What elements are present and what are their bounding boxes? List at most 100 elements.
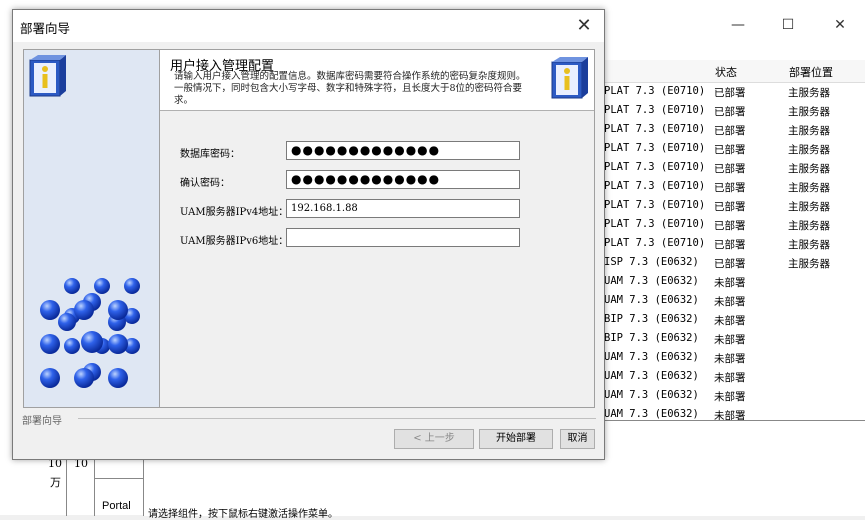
table-row[interactable]: UAM 7.3 (E0632) 未部署 (595, 368, 865, 387)
cube-ball (81, 331, 103, 353)
ipv4-field[interactable]: 192.168.1.88 (286, 199, 520, 218)
status-cell: 已部署 (714, 239, 746, 251)
component-cell: PLAT 7.3 (E0710) (604, 161, 706, 173)
table-row[interactable]: PLAT 7.3 (E0710) 已部署 主服务器 (595, 235, 865, 254)
minimize-icon[interactable]: — (723, 12, 753, 38)
status-cell: 未部署 (714, 372, 746, 384)
table-row[interactable]: BIP 7.3 (E0632) 未部署 (595, 330, 865, 349)
status-cell: 已部署 (714, 125, 746, 137)
component-cell: PLAT 7.3 (E0710) (604, 180, 706, 192)
page-description: 请输入用户接入管理的配置信息。数据库密码需要符合操作系统的密码复杂度规则。一般情… (174, 71, 526, 106)
status-cell: 已部署 (714, 163, 746, 175)
component-cell: BIP 7.3 (E0632) (604, 332, 699, 344)
deploy-wizard-dialog: 部署向导 ✕ 用户接入管理配置 请输入用户接入管理的配置信息。数据库密码需要符合… (12, 9, 605, 460)
table-row[interactable]: PLAT 7.3 (E0710) 已部署 主服务器 (595, 159, 865, 178)
table-row[interactable]: BIP 7.3 (E0632) 未部署 (595, 311, 865, 330)
status-cell: 已部署 (714, 87, 746, 99)
component-cell: PLAT 7.3 (E0710) (604, 218, 706, 230)
component-cell: UAM 7.3 (E0632) (604, 370, 699, 382)
divider (78, 418, 596, 419)
cube-ball (124, 278, 140, 294)
left-grid: 10 万 10 Portal (40, 452, 143, 516)
status-cell: 未部署 (714, 334, 746, 346)
status-cell: 已部署 (714, 144, 746, 156)
status-cell: 未部署 (714, 296, 746, 308)
location-cell: 主服务器 (788, 163, 830, 175)
location-cell: 主服务器 (788, 239, 830, 251)
grid-cell: 万 (50, 476, 61, 489)
column-header-status[interactable]: 状态 (715, 64, 737, 80)
wizard-header: 用户接入管理配置 请输入用户接入管理的配置信息。数据库密码需要符合操作系统的密码… (160, 50, 594, 111)
close-icon[interactable]: ✕ (572, 14, 596, 38)
location-cell: 主服务器 (788, 144, 830, 156)
component-cell: PLAT 7.3 (E0710) (604, 237, 706, 249)
wizard-side-panel (23, 49, 160, 408)
cancel-button[interactable]: 取消 (560, 429, 595, 449)
grid-cell: Portal (102, 500, 131, 512)
maximize-icon[interactable]: ☐ (773, 12, 803, 38)
status-cell: 已部署 (714, 182, 746, 194)
table-row[interactable]: UAM 7.3 (E0632) 未部署 (595, 387, 865, 406)
table-row[interactable]: PLAT 7.3 (E0710) 已部署 主服务器 (595, 121, 865, 140)
wizard-content: 用户接入管理配置 请输入用户接入管理的配置信息。数据库密码需要符合操作系统的密码… (159, 49, 595, 408)
component-cell: PLAT 7.3 (E0710) (604, 123, 706, 135)
component-cell: PLAT 7.3 (E0710) (604, 104, 706, 116)
component-cell: PLAT 7.3 (E0710) (604, 142, 706, 154)
info-book-icon (551, 57, 588, 99)
ipv6-field[interactable] (286, 228, 520, 247)
cube-ball (58, 313, 76, 331)
cube-ball (40, 334, 60, 354)
location-cell: 主服务器 (788, 87, 830, 99)
column-header-location[interactable]: 部署位置 (789, 64, 833, 80)
back-button[interactable]: < 上一步 (394, 429, 474, 449)
component-cell: PLAT 7.3 (E0710) (604, 199, 706, 211)
table-row[interactable]: UAM 7.3 (E0632) 未部署 (595, 349, 865, 368)
status-cell: 未部署 (714, 315, 746, 327)
table-row[interactable]: PLAT 7.3 (E0710) 已部署 主服务器 (595, 102, 865, 121)
table-row[interactable]: PLAT 7.3 (E0710) 已部署 主服务器 (595, 216, 865, 235)
db-password-label: 数据库密码： (180, 149, 240, 160)
cube-ball (40, 300, 60, 320)
window-controls: — ☐ ✕ (715, 12, 865, 38)
cube-ball (40, 368, 60, 388)
component-cell: UAM 7.3 (E0632) (604, 408, 699, 420)
status-text: 请选择组件，按下鼠标右键激活操作菜单。 (148, 509, 338, 520)
component-cell: UAM 7.3 (E0632) (604, 351, 699, 363)
component-cell: UAM 7.3 (E0632) (604, 275, 699, 287)
confirm-password-label: 确认密码： (180, 178, 230, 189)
cube-ball (64, 338, 80, 354)
ipv4-label: UAM服务器IPv4地址： (180, 207, 289, 218)
status-cell: 未部署 (714, 353, 746, 365)
status-cell: 已部署 (714, 258, 746, 270)
table-row[interactable]: PLAT 7.3 (E0710) 已部署 主服务器 (595, 83, 865, 102)
start-deploy-button[interactable]: 开始部署 (479, 429, 553, 449)
status-cell: 已部署 (714, 220, 746, 232)
status-cell: 已部署 (714, 201, 746, 213)
table-row[interactable]: PLAT 7.3 (E0710) 已部署 主服务器 (595, 178, 865, 197)
location-cell: 主服务器 (788, 201, 830, 213)
location-cell: 主服务器 (788, 258, 830, 270)
table-row[interactable]: ISP 7.3 (E0632) 已部署 主服务器 (595, 254, 865, 273)
table-row[interactable]: UAM 7.3 (E0632) 未部署 (595, 292, 865, 311)
group-label: 部署向导 (22, 416, 62, 427)
cube-ball (64, 278, 80, 294)
cube-ball (108, 334, 128, 354)
component-cell: UAM 7.3 (E0632) (604, 294, 699, 306)
ipv6-label: UAM服务器IPv6地址： (180, 236, 289, 247)
cube-ball (74, 300, 94, 320)
db-password-field[interactable]: ●●●●●●●●●●●●● (286, 141, 520, 160)
component-cell: BIP 7.3 (E0632) (604, 313, 699, 325)
table-row[interactable]: PLAT 7.3 (E0710) 已部署 主服务器 (595, 140, 865, 159)
confirm-password-field[interactable]: ●●●●●●●●●●●●● (286, 170, 520, 189)
component-cell: PLAT 7.3 (E0710) (604, 85, 706, 97)
dialog-titlebar: 部署向导 ✕ (13, 10, 604, 42)
table-row[interactable]: PLAT 7.3 (E0710) 已部署 主服务器 (595, 197, 865, 216)
dialog-title: 部署向导 (20, 21, 71, 36)
status-cell: 未部署 (714, 391, 746, 403)
table-row[interactable]: UAM 7.3 (E0632) 未部署 (595, 273, 865, 292)
location-cell: 主服务器 (788, 220, 830, 232)
cube-ball (108, 300, 128, 320)
location-cell: 主服务器 (788, 182, 830, 194)
close-window-icon[interactable]: ✕ (825, 12, 855, 38)
table-header: 状态 部署位置 (595, 60, 865, 83)
